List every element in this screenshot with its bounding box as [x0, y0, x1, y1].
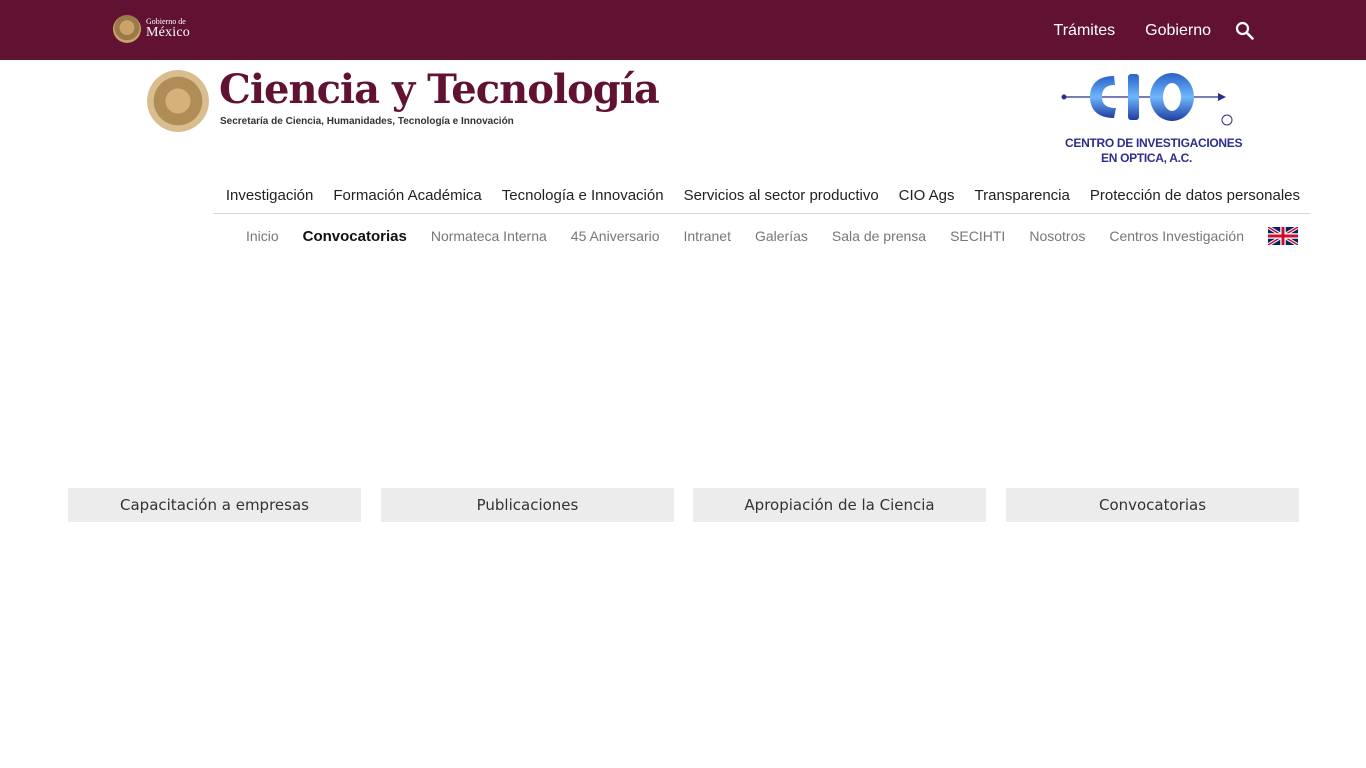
- subnav-inicio[interactable]: Inicio: [234, 228, 291, 244]
- subnav-convocatorias[interactable]: Convocatorias: [291, 228, 419, 245]
- card-label: Publicaciones: [476, 496, 579, 514]
- card-convocatorias[interactable]: Convocatorias: [1006, 488, 1299, 522]
- nav-transparencia[interactable]: Transparencia: [965, 183, 1080, 213]
- mexico-seal-icon: [113, 15, 141, 43]
- nav-investigacion[interactable]: Investigación: [216, 183, 324, 213]
- tramites-link[interactable]: Trámites: [1054, 22, 1116, 40]
- subnav-galerias[interactable]: Galerías: [743, 228, 820, 244]
- brand-logo[interactable]: Ciencia y Tecnología Secretaría de Cienc…: [147, 66, 660, 134]
- subnav-45-aniversario[interactable]: 45 Aniversario: [559, 228, 672, 244]
- coat-of-arms-icon: [147, 70, 209, 132]
- nav-tecnologia-innovacion[interactable]: Tecnología e Innovación: [492, 183, 674, 213]
- search-icon[interactable]: [1235, 21, 1255, 41]
- main-nav: Investigación Formación Académica Tecnol…: [213, 183, 1310, 214]
- card-label: Convocatorias: [1098, 496, 1207, 514]
- government-nav: Trámites Gobierno: [1054, 22, 1211, 40]
- card-label: Apropiación de la Ciencia: [744, 496, 935, 514]
- brand-title: Ciencia y Tecnología: [219, 66, 660, 113]
- subnav-normateca-interna[interactable]: Normateca Interna: [419, 228, 559, 244]
- gobierno-de-mexico-logo[interactable]: Gobierno de México: [113, 14, 190, 44]
- brand-subtitle: Secretaría de Ciencia, Humanidades, Tecn…: [220, 116, 514, 127]
- card-label: Capacitación a empresas: [120, 496, 309, 514]
- gobierno-logo-text: Gobierno de México: [146, 18, 190, 40]
- subnav-nosotros[interactable]: Nosotros: [1017, 228, 1097, 244]
- government-bar: Gobierno de México Trámites Gobierno: [0, 0, 1366, 60]
- card-apropiacion-ciencia[interactable]: Apropiación de la Ciencia: [693, 488, 986, 522]
- nav-formacion-academica[interactable]: Formación Académica: [323, 183, 491, 213]
- cio-name-line1: CENTRO DE INVESTIGACIONES: [1065, 136, 1243, 150]
- card-capacitacion-empresas[interactable]: Capacitación a empresas: [68, 488, 361, 522]
- cio-name-line2: EN OPTICA, A.C.: [1101, 151, 1193, 165]
- nav-cio-ags[interactable]: CIO Ags: [889, 183, 965, 213]
- secondary-nav: Inicio Convocatorias Normateca Interna 4…: [234, 227, 1298, 245]
- english-flag-icon[interactable]: [1268, 227, 1298, 245]
- subnav-centros-investigacion[interactable]: Centros Investigación: [1097, 228, 1256, 244]
- gobierno-link[interactable]: Gobierno: [1145, 22, 1211, 40]
- subnav-sala-de-prensa[interactable]: Sala de prensa: [820, 228, 938, 244]
- subnav-intranet[interactable]: Intranet: [672, 228, 743, 244]
- subnav-secihti[interactable]: SECIHTI: [938, 228, 1017, 244]
- card-publicaciones[interactable]: Publicaciones: [381, 488, 674, 522]
- nav-proteccion-datos[interactable]: Protección de datos personales: [1080, 183, 1310, 213]
- logo-big-text: México: [146, 25, 190, 40]
- nav-servicios-sector-productivo[interactable]: Servicios al sector productivo: [674, 183, 889, 213]
